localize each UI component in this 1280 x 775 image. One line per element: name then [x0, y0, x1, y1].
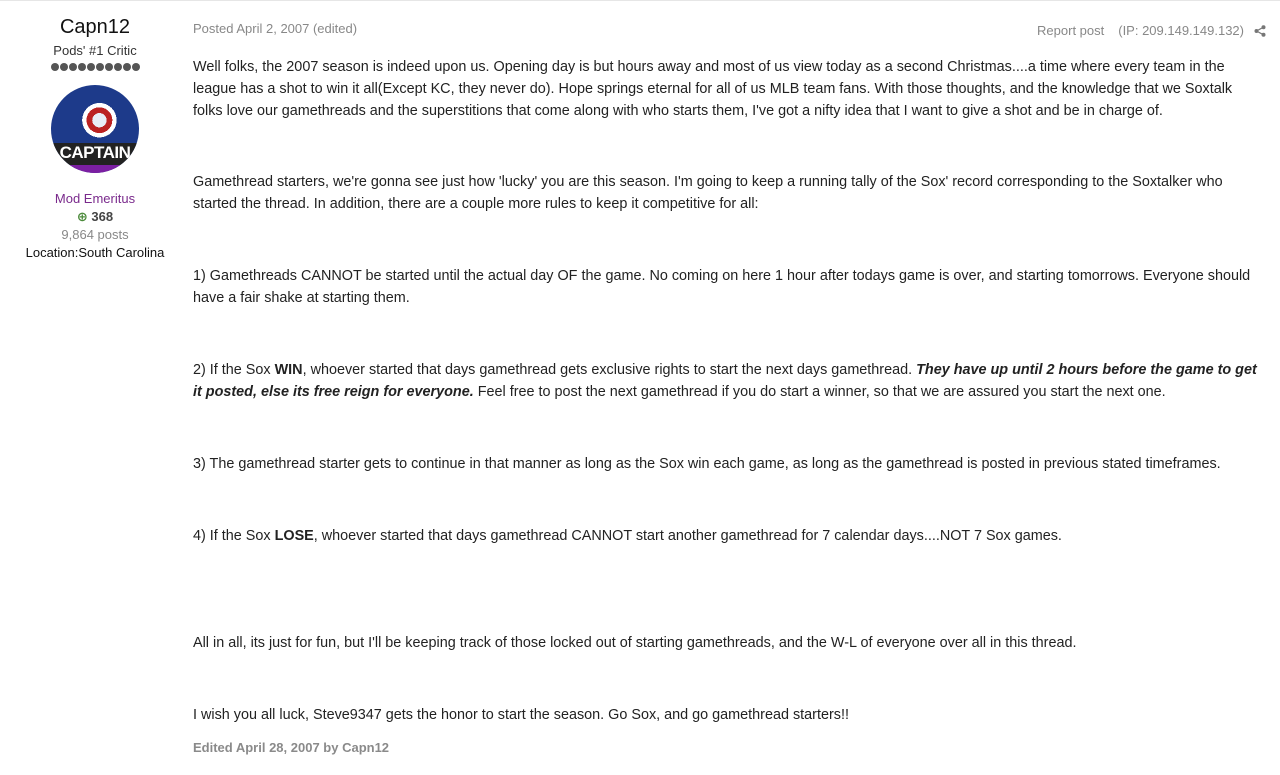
post-date: Posted April 2, 2007 (edited)	[193, 21, 358, 36]
avatar[interactable]: CAPTAIN	[51, 85, 139, 173]
rule-2-text-a: 2) If the Sox	[193, 362, 275, 378]
rank-pip	[86, 63, 95, 71]
rank-pip	[77, 63, 86, 71]
avatar-stripe	[51, 165, 139, 173]
paragraph-rule-3: 3) The gamethread starter gets to contin…	[193, 456, 1221, 472]
member-group: Mod Emeritus	[54, 191, 136, 206]
plus-circle-icon: ⊕	[76, 209, 88, 224]
author-name[interactable]: Capn12	[0, 14, 190, 40]
paragraph-closing: I wish you all luck, Steve9347 gets the …	[193, 707, 849, 723]
post-body: Well folks, the 2007 season is indeed up…	[193, 56, 1265, 726]
paragraph-summary: All in all, its just for fun, but I'll b…	[193, 635, 1077, 651]
rank-pip	[131, 63, 140, 71]
paragraph-rule-4: 4) If the Sox LOSE, whoever started that…	[193, 525, 1265, 547]
rank-pip	[104, 63, 113, 71]
author-location: Location:South Carolina	[25, 245, 165, 260]
rank-pip	[68, 63, 77, 71]
reputation-count: 368	[91, 209, 114, 224]
post-count: 9,864 posts	[61, 227, 129, 242]
author-title: Pods' #1 Critic	[53, 43, 137, 58]
rank-pips	[0, 63, 190, 75]
rank-pip	[50, 63, 59, 71]
rule-4-lose: LOSE	[274, 528, 314, 544]
author-panel: Capn12 Pods' #1 Critic CAPTAIN Mod Emeri…	[0, 14, 190, 261]
ip-address: (IP: 209.149.149.132)	[1118, 23, 1244, 38]
avatar-text: CAPTAIN	[59, 143, 131, 162]
edited-note: Edited April 28, 2007 by Capn12	[193, 740, 390, 755]
rank-pip	[122, 63, 131, 71]
share-icon[interactable]	[1254, 24, 1266, 37]
top-divider	[0, 0, 1280, 1]
report-post-link[interactable]: Report post	[1037, 23, 1104, 38]
rule-2-text-e: Feel free to post the next gamethread if…	[473, 384, 1166, 400]
post-actions: Report post (IP: 209.149.149.132)	[1037, 23, 1266, 38]
paragraph-rules-intro: Gamethread starters, we're gonna see jus…	[193, 174, 1223, 212]
rank-pip	[113, 63, 122, 71]
rank-pip	[59, 63, 68, 71]
reputation-badge: ⊕ 368	[0, 208, 190, 225]
paragraph-intro: Well folks, the 2007 season is indeed up…	[193, 59, 1233, 119]
rule-4-text-c: , whoever started that days gamethread C…	[313, 528, 1062, 544]
paragraph-rule-2: 2) If the Sox WIN, whoever started that …	[193, 359, 1265, 403]
rule-4-text-a: 4) If the Sox	[193, 528, 275, 544]
rule-2-win: WIN	[274, 362, 303, 378]
rank-pip	[95, 63, 104, 71]
paragraph-rule-1: 1) Gamethreads CANNOT be started until t…	[193, 268, 1251, 306]
rule-2-text-c: , whoever started that days gamethread g…	[302, 362, 917, 378]
